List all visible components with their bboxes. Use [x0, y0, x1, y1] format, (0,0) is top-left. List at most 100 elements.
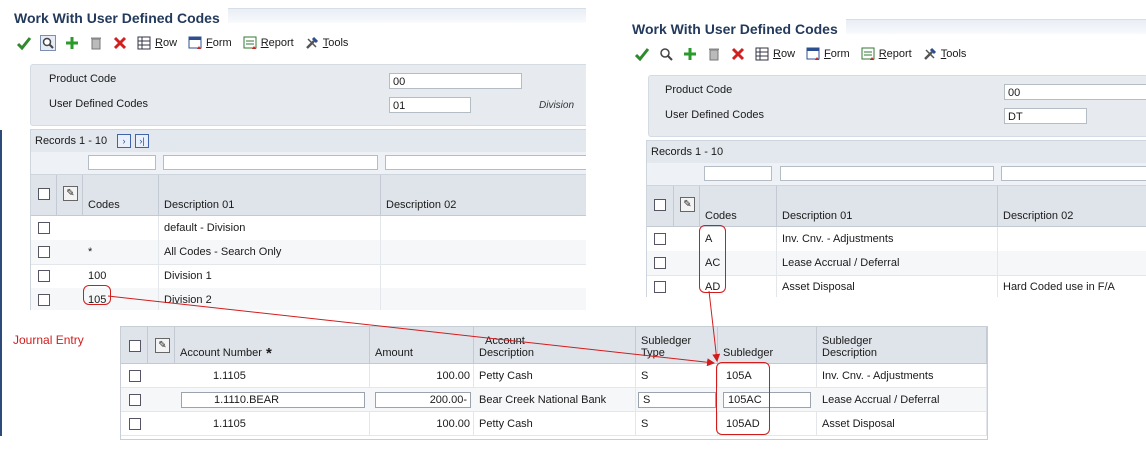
form-menu[interactable]: Form: [805, 46, 850, 62]
qbe-desc1[interactable]: [780, 166, 994, 181]
toolbar: Row Form Report Tools: [634, 46, 976, 62]
col-codes[interactable]: Codes: [83, 175, 159, 215]
row-checkbox[interactable]: [38, 246, 50, 258]
qbe-codes[interactable]: [704, 166, 772, 181]
report-menu-icon: [242, 35, 258, 51]
row-menu[interactable]: Row: [754, 46, 795, 62]
select-all-header: [31, 175, 57, 215]
attachment-header: ✎: [57, 175, 83, 215]
close-icon[interactable]: [730, 46, 746, 62]
amount-input[interactable]: 200.00-: [375, 392, 471, 408]
description-01-cell[interactable]: Inv. Cnv. - Adjustments: [777, 227, 998, 251]
report-menu[interactable]: Report: [242, 35, 294, 51]
add-icon[interactable]: [682, 46, 698, 62]
col-subledger-description[interactable]: Subledger Description: [817, 327, 987, 363]
row-checkbox[interactable]: [129, 370, 141, 382]
delete-icon[interactable]: [88, 35, 104, 51]
description-02-cell[interactable]: [998, 227, 1146, 251]
form-menu-icon: [805, 46, 821, 62]
attachment-header: ✎: [674, 186, 700, 226]
check-icon[interactable]: [634, 46, 650, 62]
amount-cell[interactable]: 100.00: [370, 412, 474, 436]
table-row[interactable]: 105 Division 2: [31, 288, 586, 310]
row-checkbox[interactable]: [654, 233, 666, 245]
col-subledger-type[interactable]: Subledger Type: [636, 327, 718, 363]
description-01-cell[interactable]: Division 2: [159, 288, 381, 310]
select-all-checkbox[interactable]: [654, 199, 666, 211]
product-code-input[interactable]: 00: [389, 73, 522, 89]
subledger-type-cell[interactable]: S: [636, 412, 718, 436]
tools-menu-icon: [304, 35, 320, 51]
je-column-headers: ✎ Account Number * Amount Account Descri…: [121, 327, 987, 364]
je-row[interactable]: 1.1110.BEAR 200.00- Bear Creek National …: [121, 388, 987, 412]
table-row[interactable]: 100 Division 1: [31, 264, 586, 289]
last-page-icon[interactable]: ›|: [135, 134, 149, 148]
add-icon[interactable]: [64, 35, 80, 51]
je-row[interactable]: 1.1105 100.00 Petty Cash S 105A Inv. Cnv…: [121, 364, 987, 388]
row-checkbox[interactable]: [38, 270, 50, 282]
records-label: Records 1 - 10: [35, 135, 108, 147]
description-01-cell[interactable]: default - Division: [159, 216, 381, 240]
description-02-cell[interactable]: [381, 216, 586, 240]
product-code-input[interactable]: 00: [1004, 84, 1146, 100]
description-02-cell[interactable]: [381, 264, 586, 288]
select-all-checkbox[interactable]: [38, 188, 50, 200]
qbe-codes[interactable]: [88, 155, 156, 170]
row-checkbox[interactable]: [38, 294, 50, 306]
subledger-type-input[interactable]: S: [638, 392, 716, 408]
row-checkbox[interactable]: [129, 394, 141, 406]
window-title: Work With User Defined Codes: [632, 21, 838, 37]
description-01-cell[interactable]: All Codes - Search Only: [159, 240, 381, 264]
table-row[interactable]: default - Division: [31, 216, 586, 241]
report-menu[interactable]: Report: [860, 46, 912, 62]
row-menu[interactable]: Row: [136, 35, 177, 51]
col-amount[interactable]: Amount: [370, 327, 474, 363]
col-description-02[interactable]: Description 02: [998, 186, 1146, 226]
form-menu[interactable]: Form: [187, 35, 232, 51]
je-row[interactable]: 1.1105 100.00 Petty Cash S 105AD Asset D…: [121, 412, 987, 436]
udc-input[interactable]: 01: [389, 97, 471, 113]
description-02-cell[interactable]: [381, 240, 586, 264]
col-description-01[interactable]: Description 01: [777, 186, 998, 226]
description-02-cell[interactable]: Hard Coded use in F/A: [998, 275, 1146, 297]
row-checkbox[interactable]: [654, 281, 666, 293]
delete-icon[interactable]: [706, 46, 722, 62]
subledger-type-cell[interactable]: S: [636, 364, 718, 388]
check-icon[interactable]: [16, 35, 32, 51]
qbe-desc2[interactable]: [1001, 166, 1146, 181]
udc-input[interactable]: DT: [1004, 108, 1087, 124]
codes-cell[interactable]: *: [83, 240, 159, 264]
search-icon[interactable]: [658, 46, 674, 62]
search-icon[interactable]: [40, 35, 56, 51]
description-02-cell[interactable]: [998, 251, 1146, 275]
account-number-cell[interactable]: 1.1105: [175, 364, 370, 388]
col-account-description[interactable]: Account Description: [474, 327, 636, 363]
account-number-input[interactable]: 1.1110.BEAR: [181, 392, 365, 408]
select-all-checkbox[interactable]: [129, 340, 141, 352]
amount-cell[interactable]: 100.00: [370, 364, 474, 388]
account-description-cell: Petty Cash: [474, 412, 636, 436]
description-01-cell[interactable]: Asset Disposal: [777, 275, 998, 297]
udc-description: Division: [539, 100, 575, 111]
description-01-cell[interactable]: Division 1: [159, 264, 381, 288]
codes-cell[interactable]: [83, 216, 159, 240]
table-row[interactable]: * All Codes - Search Only: [31, 240, 586, 265]
col-description-02[interactable]: Description 02: [381, 175, 586, 215]
tools-menu[interactable]: Tools: [922, 46, 966, 62]
close-icon[interactable]: [112, 35, 128, 51]
description-02-cell[interactable]: [381, 288, 586, 310]
col-codes[interactable]: Codes: [700, 186, 777, 226]
tools-menu[interactable]: Tools: [304, 35, 348, 51]
qbe-desc2[interactable]: [385, 155, 586, 170]
row-checkbox[interactable]: [129, 418, 141, 430]
col-account-number[interactable]: Account Number *: [175, 327, 370, 363]
col-subledger[interactable]: Subledger: [718, 327, 817, 363]
je-attachment-header: ✎: [148, 327, 175, 363]
qbe-desc1[interactable]: [163, 155, 378, 170]
row-checkbox[interactable]: [654, 257, 666, 269]
description-01-cell[interactable]: Lease Accrual / Deferral: [777, 251, 998, 275]
col-description-01[interactable]: Description 01: [159, 175, 381, 215]
row-checkbox[interactable]: [38, 222, 50, 234]
next-page-icon[interactable]: ›: [117, 134, 131, 148]
account-number-cell[interactable]: 1.1105: [175, 412, 370, 436]
